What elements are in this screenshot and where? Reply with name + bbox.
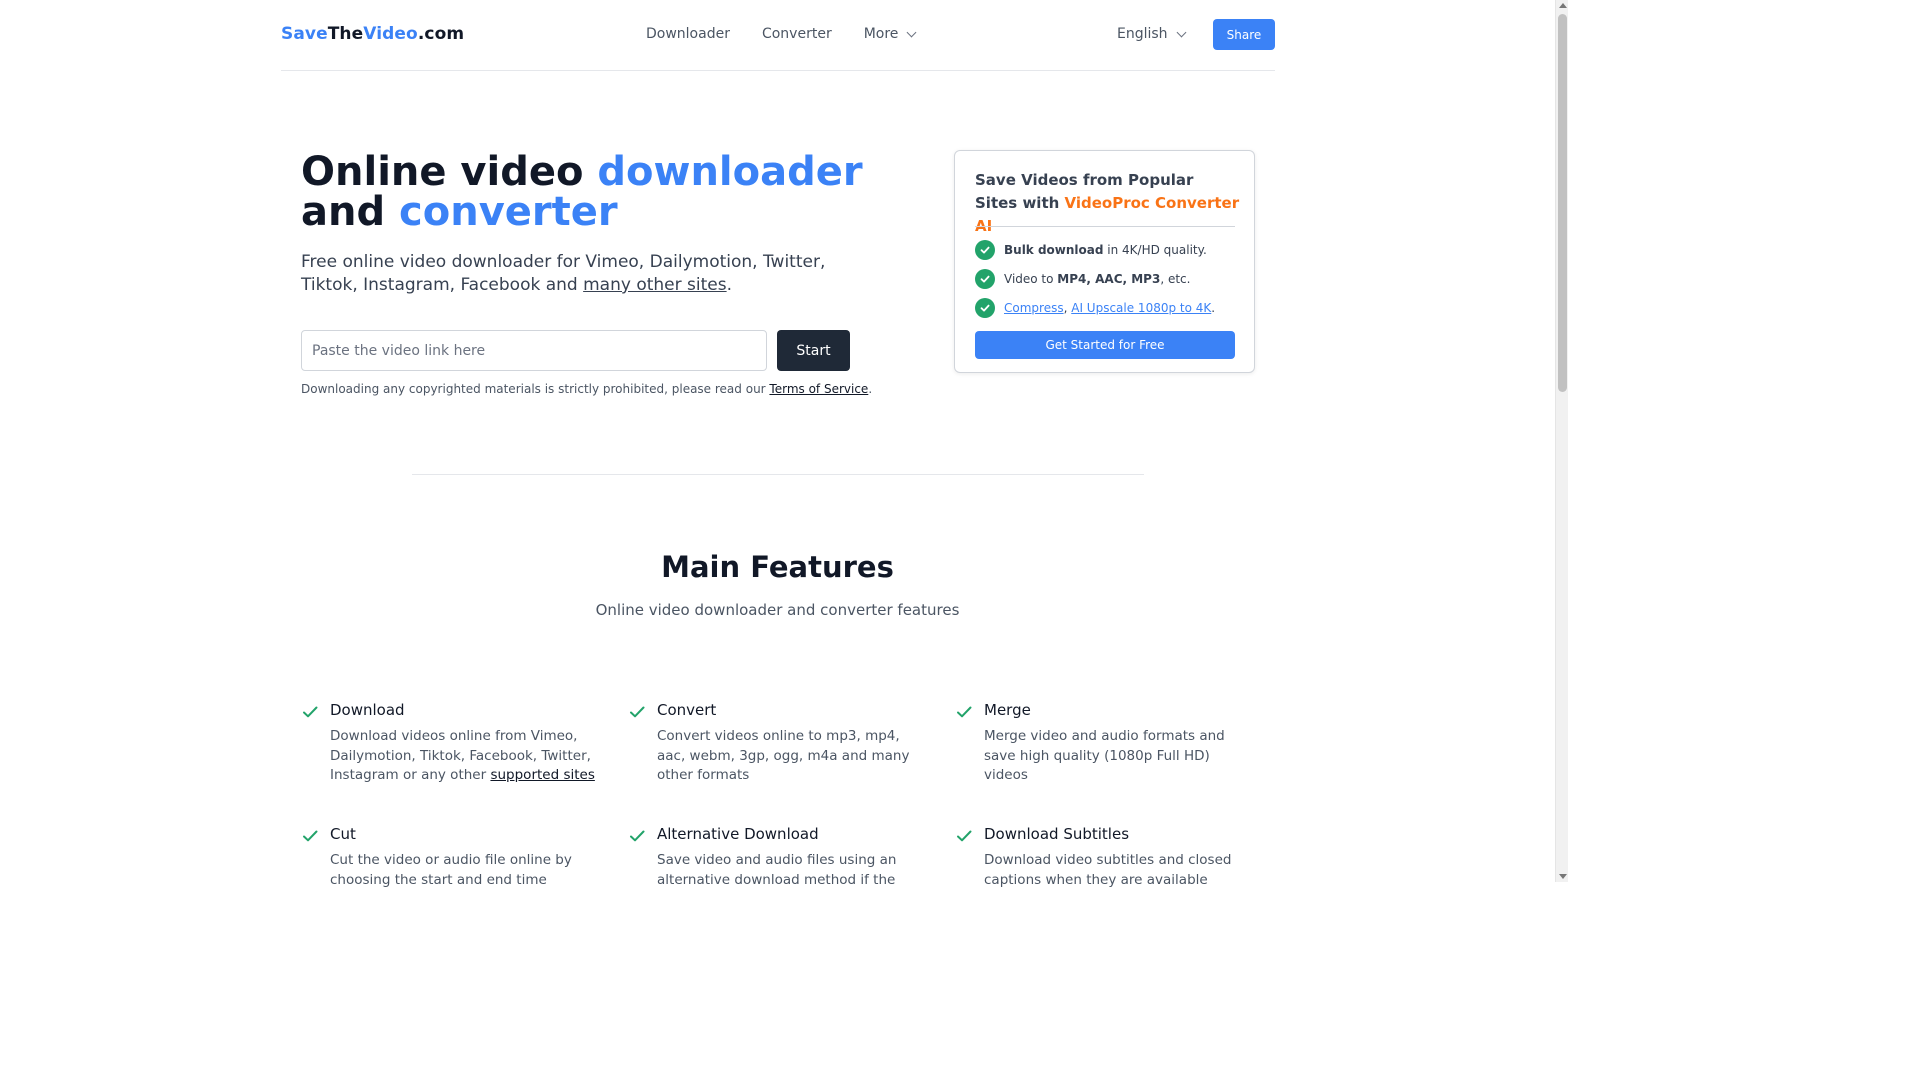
nav-converter[interactable]: Converter [762, 26, 832, 42]
promo-feature-bulk: Bulk download in 4K/HD quality. [975, 240, 1207, 260]
hero-subtitle: Free online video downloader for Vimeo, … [301, 251, 861, 297]
check-icon [957, 706, 972, 718]
check-icon [957, 830, 972, 842]
promo-row1-rest: in 4K/HD quality. [1103, 243, 1207, 257]
feature-name: Download Subtitles [984, 825, 1130, 843]
nav-downloader-label: Downloader [646, 26, 730, 42]
language-selector[interactable]: English [1117, 26, 1187, 42]
promo-divider [975, 226, 1235, 227]
feature-description: Download video subtitles and closed capt… [984, 852, 1232, 888]
promo-row2-text: Video to MP4, AAC, MP3, etc. [1004, 272, 1190, 286]
promo-row3-text: Compress, AI Upscale 1080p to 4K. [1004, 301, 1215, 315]
disclaimer-text: Downloading any copyrighted materials is… [301, 382, 770, 396]
hero-subtitle-text: Free online video downloader for Vimeo, … [301, 252, 826, 295]
video-link-input[interactable] [301, 330, 767, 371]
promo-row1-text: Bulk download in 4K/HD quality. [1004, 243, 1207, 257]
promo-row2-end: , etc. [1160, 272, 1191, 286]
features-subtitle: Online video downloader and converter fe… [595, 601, 960, 619]
scrollbar-thumb[interactable] [1558, 14, 1567, 392]
compress-link[interactable]: Compress [1004, 301, 1064, 315]
terms-of-service-link[interactable]: Terms of Service [769, 382, 868, 396]
promo-feature-compress: Compress, AI Upscale 1080p to 4K. [975, 298, 1215, 318]
get-started-button[interactable]: Get Started for Free [975, 331, 1235, 359]
hero-title-part4: converter [399, 189, 618, 235]
share-button[interactable]: Share [1213, 19, 1275, 50]
language-label: English [1117, 26, 1168, 42]
promo-title: Save Videos from Popular Sites with Vide… [975, 169, 1240, 238]
feature-description: Cut the video or audio file online by ch… [330, 852, 572, 888]
logo-part-the: The [327, 24, 364, 44]
feature-description: Convert videos online to mp3, mp4, aac, … [657, 728, 910, 783]
ai-upscale-link[interactable]: AI Upscale 1080p to 4K [1071, 301, 1211, 315]
logo-part-com: .com [417, 24, 465, 44]
site-header: SaveTheVideo.com Downloader Converter Mo… [281, 0, 1275, 71]
nav-downloader[interactable]: Downloader [646, 26, 730, 42]
supported-sites-link[interactable]: supported sites [490, 767, 594, 783]
hero-subtitle-end: . [726, 275, 733, 295]
logo-part-save: Save [281, 24, 328, 44]
check-circle-icon [975, 269, 995, 289]
feature-name: Merge [984, 701, 1031, 719]
promo-row3-end: . [1211, 301, 1216, 315]
disclaimer-end: . [868, 382, 873, 396]
start-button[interactable]: Start [777, 330, 850, 371]
site-logo[interactable]: SaveTheVideo.com [281, 24, 464, 44]
main-nav: Downloader Converter More [646, 26, 947, 42]
feature-name: Cut [330, 825, 356, 843]
promo-row2-start: Video to [1004, 272, 1058, 286]
feature-name: Convert [657, 701, 717, 719]
check-circle-icon [975, 240, 995, 260]
scroll-up-arrow-icon[interactable] [1559, 3, 1567, 8]
nav-converter-label: Converter [761, 26, 832, 42]
scroll-down-arrow-icon[interactable] [1559, 874, 1567, 879]
chevron-down-icon [906, 27, 917, 37]
section-divider [412, 474, 1144, 475]
nav-more-label: More [863, 26, 899, 42]
hero-title: Online video downloader and converter [301, 152, 901, 232]
chevron-down-icon [1176, 27, 1187, 37]
promo-card: Save Videos from Popular Sites with Vide… [954, 150, 1255, 373]
promo-feature-convert: Video to MP4, AAC, MP3, etc. [975, 269, 1190, 289]
check-icon [630, 706, 645, 718]
feature-name: Alternative Download [657, 825, 819, 843]
check-icon [303, 830, 318, 842]
feature-description: Save video and audio files using an alte… [657, 852, 897, 888]
page-scrollbar[interactable] [1555, 0, 1568, 882]
many-other-sites-link[interactable]: many other sites [583, 275, 726, 295]
promo-row1-bold: Bulk download [1004, 243, 1104, 257]
features-title: Main Features [661, 550, 894, 584]
feature-name: Download [330, 701, 405, 719]
copyright-disclaimer: Downloading any copyrighted materials is… [301, 382, 872, 396]
hero-title-part3: and [301, 189, 400, 235]
check-icon [303, 706, 318, 718]
check-circle-icon [975, 298, 995, 318]
logo-part-video: Video [363, 24, 418, 44]
promo-row2-bold: MP4, AAC, MP3 [1057, 272, 1161, 286]
hero-title-part2: downloader [597, 149, 863, 195]
feature-description: Merge video and audio formats and save h… [984, 728, 1225, 783]
nav-more[interactable]: More [863, 26, 917, 42]
check-icon [630, 830, 645, 842]
feature-description: Download videos online from Vimeo, Daily… [330, 727, 600, 786]
